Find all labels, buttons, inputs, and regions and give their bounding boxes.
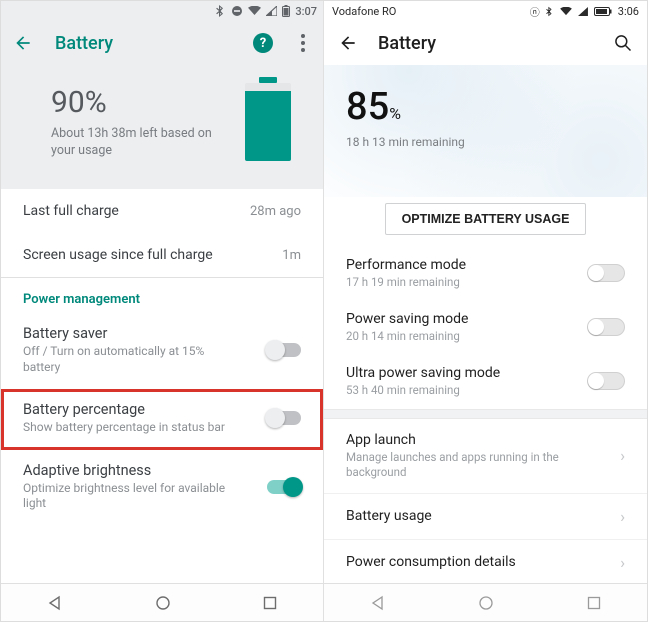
optimize-battery-button[interactable]: OPTIMIZE BATTERY USAGE xyxy=(385,203,587,235)
item-subtitle: Manage launches and apps running in the … xyxy=(346,450,610,480)
page-title: Battery xyxy=(378,33,593,54)
chevron-right-icon: › xyxy=(620,553,625,572)
row-value: 1m xyxy=(282,248,301,263)
status-time: 3:07 xyxy=(295,5,317,18)
navigation-bar xyxy=(1,583,323,621)
item-title: App launch xyxy=(346,432,610,448)
signal-icon xyxy=(266,6,277,16)
nav-back-icon[interactable] xyxy=(370,595,386,611)
overflow-menu-icon[interactable] xyxy=(293,34,313,52)
battery-percent: 85% xyxy=(346,85,401,129)
performance-mode-item[interactable]: Performance mode 17 h 19 min remaining xyxy=(324,247,647,301)
performance-mode-toggle[interactable] xyxy=(587,264,625,282)
wifi-icon xyxy=(248,6,261,16)
item-title: Performance mode xyxy=(346,257,587,273)
last-full-charge-row[interactable]: Last full charge 28m ago xyxy=(1,189,323,233)
power-management-header: Power management xyxy=(1,278,323,313)
power-saving-mode-toggle[interactable] xyxy=(587,318,625,336)
back-icon[interactable] xyxy=(11,31,35,55)
item-title: Battery percentage xyxy=(23,401,267,418)
adaptive-brightness-item[interactable]: Adaptive brightness Optimize brightness … xyxy=(1,450,323,526)
power-consumption-item[interactable]: Power consumption details › xyxy=(324,540,647,583)
battery-saver-item[interactable]: Battery saver Off / Turn on automaticall… xyxy=(1,313,323,389)
emui-battery-screen: Vodafone RO ⓝ 3:06 Battery 85% 18 h 13 m… xyxy=(324,1,647,621)
item-subtitle: 53 h 40 min remaining xyxy=(346,383,587,397)
item-subtitle: Optimize brightness level for available … xyxy=(23,481,243,512)
chevron-right-icon: › xyxy=(620,507,625,526)
search-icon[interactable] xyxy=(611,31,635,55)
row-label: Screen usage since full charge xyxy=(23,247,213,263)
item-title: Battery saver xyxy=(23,325,267,342)
nav-home-icon[interactable] xyxy=(478,595,494,611)
status-bar: Vodafone RO ⓝ 3:06 xyxy=(324,1,647,21)
ultra-power-saving-item[interactable]: Ultra power saving mode 53 h 40 min rema… xyxy=(324,355,647,409)
battery-graphic-icon xyxy=(245,83,291,161)
battery-saver-toggle[interactable] xyxy=(267,343,301,357)
item-title: Power saving mode xyxy=(346,311,587,327)
app-launch-item[interactable]: App launch Manage launches and apps runn… xyxy=(324,419,647,494)
battery-hero[interactable]: 85% 18 h 13 min remaining xyxy=(324,65,647,197)
item-title: Battery usage xyxy=(346,508,610,524)
settings-list: Performance mode 17 h 19 min remaining P… xyxy=(324,247,647,583)
help-icon[interactable]: ? xyxy=(253,33,273,53)
carrier-label: Vodafone RO xyxy=(332,5,396,18)
chevron-right-icon: › xyxy=(620,446,625,465)
item-title: Adaptive brightness xyxy=(23,462,267,479)
status-time: 3:06 xyxy=(618,5,639,18)
power-saving-mode-item[interactable]: Power saving mode 20 h 14 min remaining xyxy=(324,301,647,355)
battery-hero[interactable]: 90% About 13h 38m left based on your usa… xyxy=(1,65,323,189)
item-subtitle: Show battery percentage in status bar xyxy=(23,420,243,436)
nav-home-icon[interactable] xyxy=(155,595,171,611)
android-battery-screen: 3:07 Battery ? 90% About 13h 38m left ba… xyxy=(1,1,324,621)
status-bar: 3:07 xyxy=(1,1,323,21)
battery-estimate: 18 h 13 min remaining xyxy=(346,135,465,149)
dnd-icon xyxy=(231,5,243,17)
battery-icon xyxy=(282,5,290,17)
battery-percent: 90% xyxy=(51,85,245,120)
item-subtitle: Off / Turn on automatically at 15% batte… xyxy=(23,344,243,375)
app-bar: Battery xyxy=(324,21,647,65)
bluetooth-icon xyxy=(546,6,554,17)
nfc-icon: ⓝ xyxy=(530,4,540,19)
bluetooth-icon xyxy=(216,5,226,17)
item-title: Ultra power saving mode xyxy=(346,365,587,381)
battery-percentage-item[interactable]: Battery percentage Show battery percenta… xyxy=(1,389,323,450)
battery-icon xyxy=(594,7,612,16)
signal-icon xyxy=(578,7,588,16)
navigation-bar xyxy=(324,583,647,621)
row-label: Last full charge xyxy=(23,203,119,219)
battery-estimate: About 13h 38m left based on your usage xyxy=(51,126,231,159)
wifi-icon xyxy=(560,7,572,16)
battery-percentage-toggle[interactable] xyxy=(267,411,301,425)
item-subtitle: 20 h 14 min remaining xyxy=(346,329,587,343)
row-value: 28m ago xyxy=(250,204,301,219)
adaptive-brightness-toggle[interactable] xyxy=(267,480,301,494)
ultra-power-saving-toggle[interactable] xyxy=(587,372,625,390)
item-subtitle: 17 h 19 min remaining xyxy=(346,275,587,289)
nav-recents-icon[interactable] xyxy=(587,596,601,610)
back-icon[interactable] xyxy=(336,31,360,55)
settings-list: Last full charge 28m ago Screen usage si… xyxy=(1,189,323,583)
screen-usage-row[interactable]: Screen usage since full charge 1m xyxy=(1,233,323,277)
item-title: Power consumption details xyxy=(346,554,610,570)
app-bar: Battery ? xyxy=(1,21,323,65)
battery-usage-item[interactable]: Battery usage › xyxy=(324,494,647,540)
nav-recents-icon[interactable] xyxy=(263,596,277,610)
page-title: Battery xyxy=(55,33,233,54)
nav-back-icon[interactable] xyxy=(47,595,63,611)
